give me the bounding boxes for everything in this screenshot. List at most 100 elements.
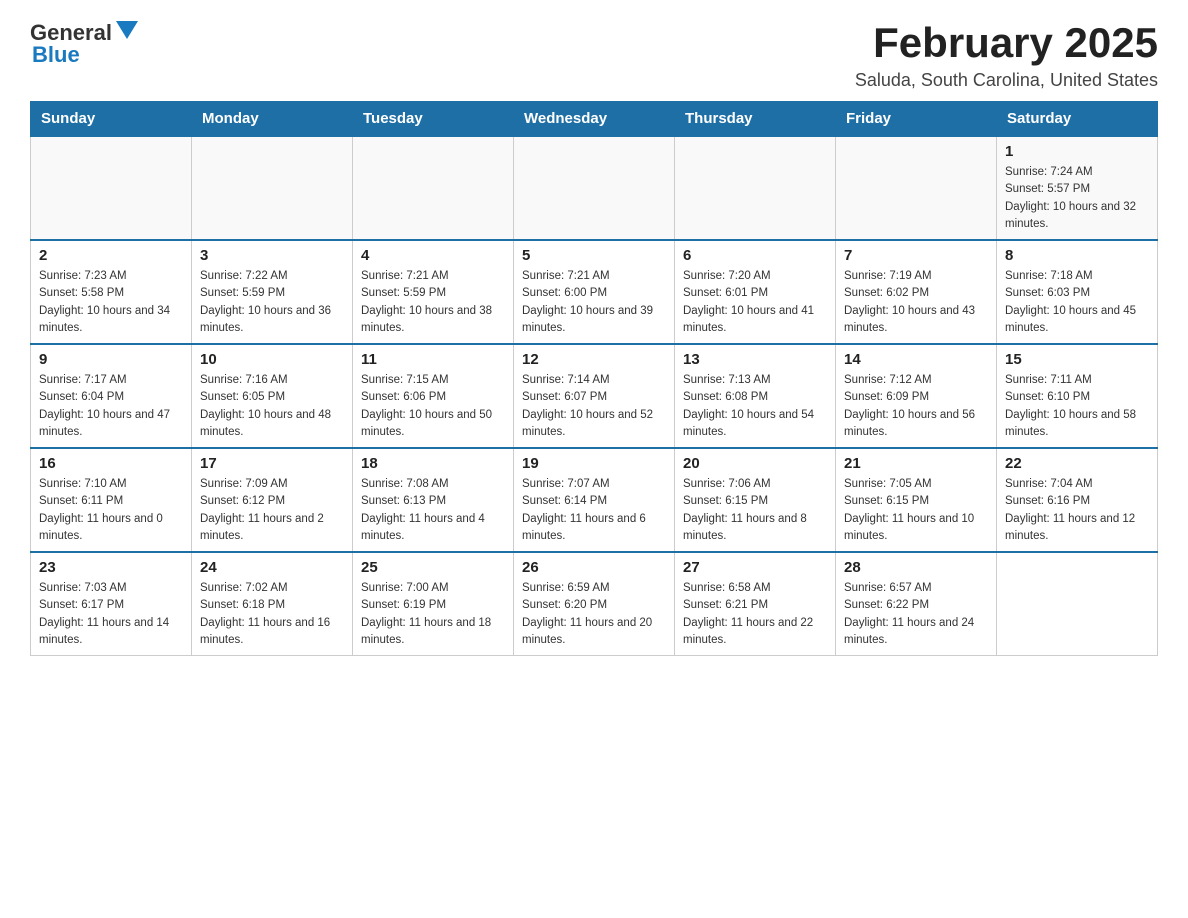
day-info: Sunrise: 6:59 AMSunset: 6:20 PMDaylight:…	[522, 580, 666, 649]
header-sunday: Sunday	[31, 102, 192, 137]
table-row: 26 Sunrise: 6:59 AMSunset: 6:20 PMDayligh…	[514, 552, 675, 656]
header-friday: Friday	[836, 102, 997, 137]
logo-arrow-icon	[116, 21, 138, 39]
calendar-week-row: 9Sunrise: 7:17 AMSunset: 6:04 PMDaylight…	[31, 344, 1158, 448]
table-row: 3 Sunrise: 7:22 AMSunset: 5:59 PMDaylight…	[192, 240, 353, 344]
table-row: 16 Sunrise: 7:10 AMSunset: 6:11 PMDayligh…	[31, 448, 192, 552]
day-info: Sunrise: 7:18 AMSunset: 6:03 PMDaylight:…	[1005, 268, 1149, 337]
day-number: 5	[522, 247, 666, 264]
table-row: 15 Sunrise: 7:11 AMSunset: 6:10 PMDayligh…	[997, 344, 1158, 448]
day-number: 18	[361, 455, 505, 472]
day-number: 2	[39, 247, 183, 264]
day-info: Sunrise: 7:21 AMSunset: 5:59 PMDaylight:…	[361, 268, 505, 337]
calendar-table: Sunday Monday Tuesday Wednesday Thursday…	[30, 101, 1158, 656]
table-row: 10 Sunrise: 7:16 AMSunset: 6:05 PMDayligh…	[192, 344, 353, 448]
header-thursday: Thursday	[675, 102, 836, 137]
day-number: 25	[361, 559, 505, 576]
day-number: 15	[1005, 351, 1149, 368]
table-row: 8Sunrise: 7:18 AMSunset: 6:03 PMDaylight…	[997, 240, 1158, 344]
day-number: 27	[683, 559, 827, 576]
day-info: Sunrise: 7:10 AMSunset: 6:11 PMDaylight:…	[39, 476, 183, 545]
day-number: 13	[683, 351, 827, 368]
day-info: Sunrise: 7:09 AMSunset: 6:12 PMDaylight:…	[200, 476, 344, 545]
day-info: Sunrise: 7:03 AMSunset: 6:17 PMDaylight:…	[39, 580, 183, 649]
day-info: Sunrise: 7:23 AMSunset: 5:58 PMDaylight:…	[39, 268, 183, 337]
day-number: 16	[39, 455, 183, 472]
table-row: 2 Sunrise: 7:23 AMSunset: 5:58 PMDaylight…	[31, 240, 192, 344]
table-row	[675, 136, 836, 240]
table-row: 9Sunrise: 7:17 AMSunset: 6:04 PMDaylight…	[31, 344, 192, 448]
table-row: 21 Sunrise: 7:05 AMSunset: 6:15 PMDayligh…	[836, 448, 997, 552]
table-row: 19 Sunrise: 7:07 AMSunset: 6:14 PMDayligh…	[514, 448, 675, 552]
header-tuesday: Tuesday	[353, 102, 514, 137]
table-row: 4 Sunrise: 7:21 AMSunset: 5:59 PMDaylight…	[353, 240, 514, 344]
day-number: 1	[1005, 143, 1149, 160]
day-number: 14	[844, 351, 988, 368]
day-number: 19	[522, 455, 666, 472]
day-info: Sunrise: 7:13 AMSunset: 6:08 PMDaylight:…	[683, 372, 827, 441]
day-number: 22	[1005, 455, 1149, 472]
table-row	[353, 136, 514, 240]
table-row: 5 Sunrise: 7:21 AMSunset: 6:00 PMDaylight…	[514, 240, 675, 344]
day-number: 3	[200, 247, 344, 264]
table-row: 6Sunrise: 7:20 AMSunset: 6:01 PMDaylight…	[675, 240, 836, 344]
table-row: 27 Sunrise: 6:58 AMSunset: 6:21 PMDayligh…	[675, 552, 836, 656]
table-row: 24Sunrise: 7:02 AMSunset: 6:18 PMDayligh…	[192, 552, 353, 656]
table-row: 11 Sunrise: 7:15 AMSunset: 6:06 PMDayligh…	[353, 344, 514, 448]
day-number: 11	[361, 351, 505, 368]
day-number: 6	[683, 247, 827, 264]
day-info: Sunrise: 7:04 AMSunset: 6:16 PMDaylight:…	[1005, 476, 1149, 545]
day-info: Sunrise: 7:19 AMSunset: 6:02 PMDaylight:…	[844, 268, 988, 337]
location-subtitle: Saluda, South Carolina, United States	[855, 70, 1158, 91]
day-number: 24	[200, 559, 344, 576]
calendar-week-row: 2 Sunrise: 7:23 AMSunset: 5:58 PMDaylight…	[31, 240, 1158, 344]
day-info: Sunrise: 7:15 AMSunset: 6:06 PMDaylight:…	[361, 372, 505, 441]
table-row: 22 Sunrise: 7:04 AMSunset: 6:16 PMDayligh…	[997, 448, 1158, 552]
logo-blue-text: Blue	[32, 42, 80, 68]
header-wednesday: Wednesday	[514, 102, 675, 137]
day-info: Sunrise: 7:22 AMSunset: 5:59 PMDaylight:…	[200, 268, 344, 337]
day-number: 12	[522, 351, 666, 368]
table-row	[997, 552, 1158, 656]
calendar-week-row: 1Sunrise: 7:24 AMSunset: 5:57 PMDaylight…	[31, 136, 1158, 240]
day-info: Sunrise: 7:14 AMSunset: 6:07 PMDaylight:…	[522, 372, 666, 441]
day-number: 7	[844, 247, 988, 264]
table-row: 23Sunrise: 7:03 AMSunset: 6:17 PMDayligh…	[31, 552, 192, 656]
day-info: Sunrise: 7:07 AMSunset: 6:14 PMDaylight:…	[522, 476, 666, 545]
day-number: 17	[200, 455, 344, 472]
day-info: Sunrise: 7:21 AMSunset: 6:00 PMDaylight:…	[522, 268, 666, 337]
table-row: 13 Sunrise: 7:13 AMSunset: 6:08 PMDayligh…	[675, 344, 836, 448]
day-number: 26	[522, 559, 666, 576]
day-info: Sunrise: 7:06 AMSunset: 6:15 PMDaylight:…	[683, 476, 827, 545]
day-number: 9	[39, 351, 183, 368]
day-info: Sunrise: 7:16 AMSunset: 6:05 PMDaylight:…	[200, 372, 344, 441]
table-row: 7 Sunrise: 7:19 AMSunset: 6:02 PMDaylight…	[836, 240, 997, 344]
day-info: Sunrise: 7:05 AMSunset: 6:15 PMDaylight:…	[844, 476, 988, 545]
day-info: Sunrise: 6:58 AMSunset: 6:21 PMDaylight:…	[683, 580, 827, 649]
table-row: 25 Sunrise: 7:00 AMSunset: 6:19 PMDayligh…	[353, 552, 514, 656]
weekday-header-row: Sunday Monday Tuesday Wednesday Thursday…	[31, 102, 1158, 137]
table-row: 12 Sunrise: 7:14 AMSunset: 6:07 PMDayligh…	[514, 344, 675, 448]
day-info: Sunrise: 7:12 AMSunset: 6:09 PMDaylight:…	[844, 372, 988, 441]
day-info: Sunrise: 7:11 AMSunset: 6:10 PMDaylight:…	[1005, 372, 1149, 441]
header-saturday: Saturday	[997, 102, 1158, 137]
day-number: 21	[844, 455, 988, 472]
table-row	[192, 136, 353, 240]
table-row	[514, 136, 675, 240]
day-number: 10	[200, 351, 344, 368]
calendar-week-row: 16 Sunrise: 7:10 AMSunset: 6:11 PMDayligh…	[31, 448, 1158, 552]
table-row: 14 Sunrise: 7:12 AMSunset: 6:09 PMDayligh…	[836, 344, 997, 448]
title-block: February 2025 Saluda, South Carolina, Un…	[855, 20, 1158, 91]
calendar-week-row: 23Sunrise: 7:03 AMSunset: 6:17 PMDayligh…	[31, 552, 1158, 656]
table-row: 28Sunrise: 6:57 AMSunset: 6:22 PMDayligh…	[836, 552, 997, 656]
day-number: 28	[844, 559, 988, 576]
day-info: Sunrise: 7:00 AMSunset: 6:19 PMDaylight:…	[361, 580, 505, 649]
table-row: 20Sunrise: 7:06 AMSunset: 6:15 PMDayligh…	[675, 448, 836, 552]
table-row: 18Sunrise: 7:08 AMSunset: 6:13 PMDayligh…	[353, 448, 514, 552]
table-row	[31, 136, 192, 240]
table-row: 1Sunrise: 7:24 AMSunset: 5:57 PMDaylight…	[997, 136, 1158, 240]
month-year-title: February 2025	[855, 20, 1158, 66]
table-row: 17 Sunrise: 7:09 AMSunset: 6:12 PMDayligh…	[192, 448, 353, 552]
header-monday: Monday	[192, 102, 353, 137]
day-number: 4	[361, 247, 505, 264]
